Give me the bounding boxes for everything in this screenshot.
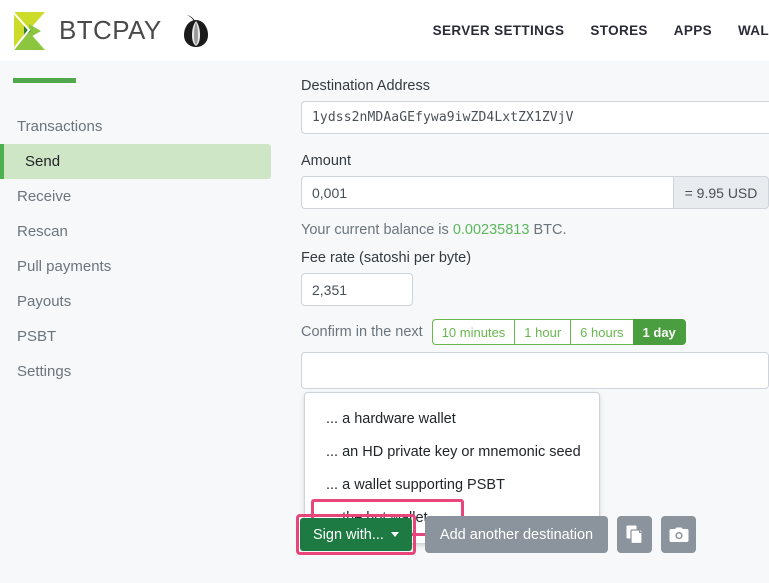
sidebar-item-send[interactable]: Send	[0, 144, 271, 179]
confirm-option-1-day[interactable]: 1 day	[632, 319, 686, 345]
amount-input[interactable]: 0,001	[301, 176, 673, 209]
form-action-bar: Sign with... Add another destination	[296, 514, 697, 555]
add-another-destination-button[interactable]: Add another destination	[424, 516, 609, 553]
sidebar-item-rescan[interactable]: Rescan	[0, 214, 271, 249]
sign-with-label: Sign with...	[313, 526, 384, 543]
nav-wallets[interactable]: WAL	[738, 23, 769, 38]
confirm-in-next-label: Confirm in the next	[301, 324, 423, 340]
balance-prefix: Your current balance is	[301, 222, 449, 238]
confirm-option-6-hours[interactable]: 6 hours	[570, 319, 633, 345]
sidebar-item-pull-payments[interactable]: Pull payments	[0, 249, 271, 284]
sidebar-item-settings[interactable]: Settings	[0, 354, 271, 389]
sidebar-item-label: Pull payments	[17, 258, 112, 275]
scan-camera-button[interactable]	[661, 516, 697, 553]
sidebar-item-label: Settings	[17, 363, 72, 380]
dropdown-item-psbt-wallet[interactable]: ... a wallet supporting PSBT	[305, 468, 599, 501]
nav-apps[interactable]: APPS	[674, 23, 712, 38]
destination-address-input[interactable]: 1ydss2nMDAaGEfywa9iwZD4LxtZX1ZVjV	[301, 101, 769, 134]
sign-with-highlight-box: Sign with...	[296, 514, 416, 555]
nav-stores[interactable]: STORES	[590, 23, 647, 38]
sidebar-item-psbt[interactable]: PSBT	[0, 319, 271, 354]
amount-fiat-addon: = 9.95 USD	[673, 176, 769, 209]
top-navbar: BTCPAY SERVER SETTINGS STORES APPS WAL	[0, 0, 769, 61]
chevron-down-icon	[390, 532, 399, 537]
tor-onion-icon	[183, 14, 208, 47]
dropdown-item-hd-private-key[interactable]: ... an HD private key or mnemonic seed	[305, 435, 599, 468]
sidebar-item-transactions[interactable]: Transactions	[0, 109, 271, 144]
main-nav: SERVER SETTINGS STORES APPS WAL	[433, 23, 769, 38]
btcpay-logo-icon	[12, 9, 45, 52]
obscured-field-input[interactable]	[301, 352, 769, 389]
paste-clipboard-button[interactable]	[617, 516, 653, 553]
amount-label: Amount	[301, 153, 351, 169]
fee-rate-input[interactable]: 2,351	[301, 273, 413, 306]
confirm-in-next-row: Confirm in the next 10 minutes 1 hour 6 …	[301, 319, 769, 345]
brand-name: BTCPAY	[59, 15, 162, 45]
fee-rate-label: Fee rate (satoshi per byte)	[301, 250, 472, 266]
confirm-option-10-minutes[interactable]: 10 minutes	[431, 319, 515, 345]
paste-clipboard-icon	[626, 525, 643, 544]
sidebar-item-label: Payouts	[17, 293, 72, 310]
camera-icon	[669, 527, 689, 542]
brand-logo-link[interactable]: BTCPAY	[10, 9, 162, 52]
sidebar: Transactions Send Receive Rescan Pull pa…	[0, 61, 271, 583]
confirm-target-button-group: 10 minutes 1 hour 6 hours 1 day	[431, 319, 686, 345]
confirm-option-1-hour[interactable]: 1 hour	[514, 319, 571, 345]
dropdown-item-hardware-wallet[interactable]: ... a hardware wallet	[305, 402, 599, 435]
balance-value: 0.00235813	[452, 222, 530, 238]
destination-address-label: Destination Address	[301, 78, 430, 94]
sidebar-item-label: Transactions	[17, 118, 103, 135]
sidebar-item-payouts[interactable]: Payouts	[0, 284, 271, 319]
sidebar-item-label: Send	[25, 153, 61, 170]
sidebar-item-receive[interactable]: Receive	[0, 179, 271, 214]
amount-input-group: 0,001 = 9.95 USD	[301, 176, 769, 209]
sidebar-accent-bar	[13, 78, 76, 83]
nav-server-settings[interactable]: SERVER SETTINGS	[433, 23, 565, 38]
balance-suffix: BTC.	[533, 222, 567, 238]
sidebar-item-label: Rescan	[17, 223, 68, 240]
sign-with-button[interactable]: Sign with...	[300, 518, 412, 551]
sidebar-item-label: Receive	[17, 188, 72, 205]
balance-hint: Your current balance is 0.00235813 BTC.	[301, 222, 769, 238]
sidebar-item-label: PSBT	[17, 328, 57, 345]
